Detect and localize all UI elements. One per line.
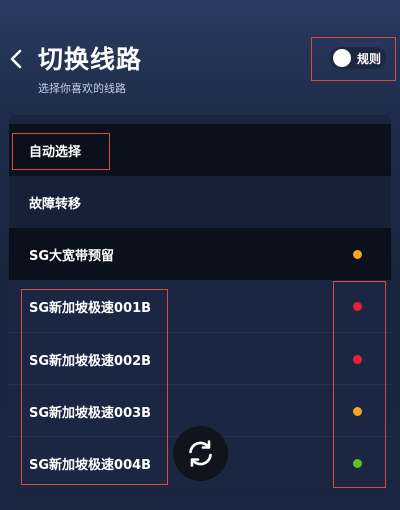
page-title: 切换线路 (38, 45, 143, 74)
refresh-icon (189, 440, 212, 467)
status-dot (353, 250, 362, 259)
page-subtitle: 选择你喜欢的线路 (38, 82, 126, 95)
rules-toggle[interactable]: 规则 (330, 47, 386, 69)
rules-toggle-label: 规则 (357, 52, 382, 66)
line-item-sg-bandwidth[interactable]: SG大宽带预留 (9, 228, 391, 280)
back-button[interactable] (8, 45, 24, 73)
chevron-left-icon (10, 49, 22, 69)
annotation-box-selected (12, 133, 110, 170)
line-name: 故障转移 (29, 197, 82, 212)
refresh-button[interactable] (173, 426, 228, 481)
line-item-failover[interactable]: 故障转移 (9, 176, 391, 228)
annotation-box-status-dots (333, 281, 386, 488)
line-name: SG大宽带预留 (29, 249, 115, 264)
annotation-box-line-names (21, 289, 168, 485)
toggle-knob (333, 49, 351, 67)
